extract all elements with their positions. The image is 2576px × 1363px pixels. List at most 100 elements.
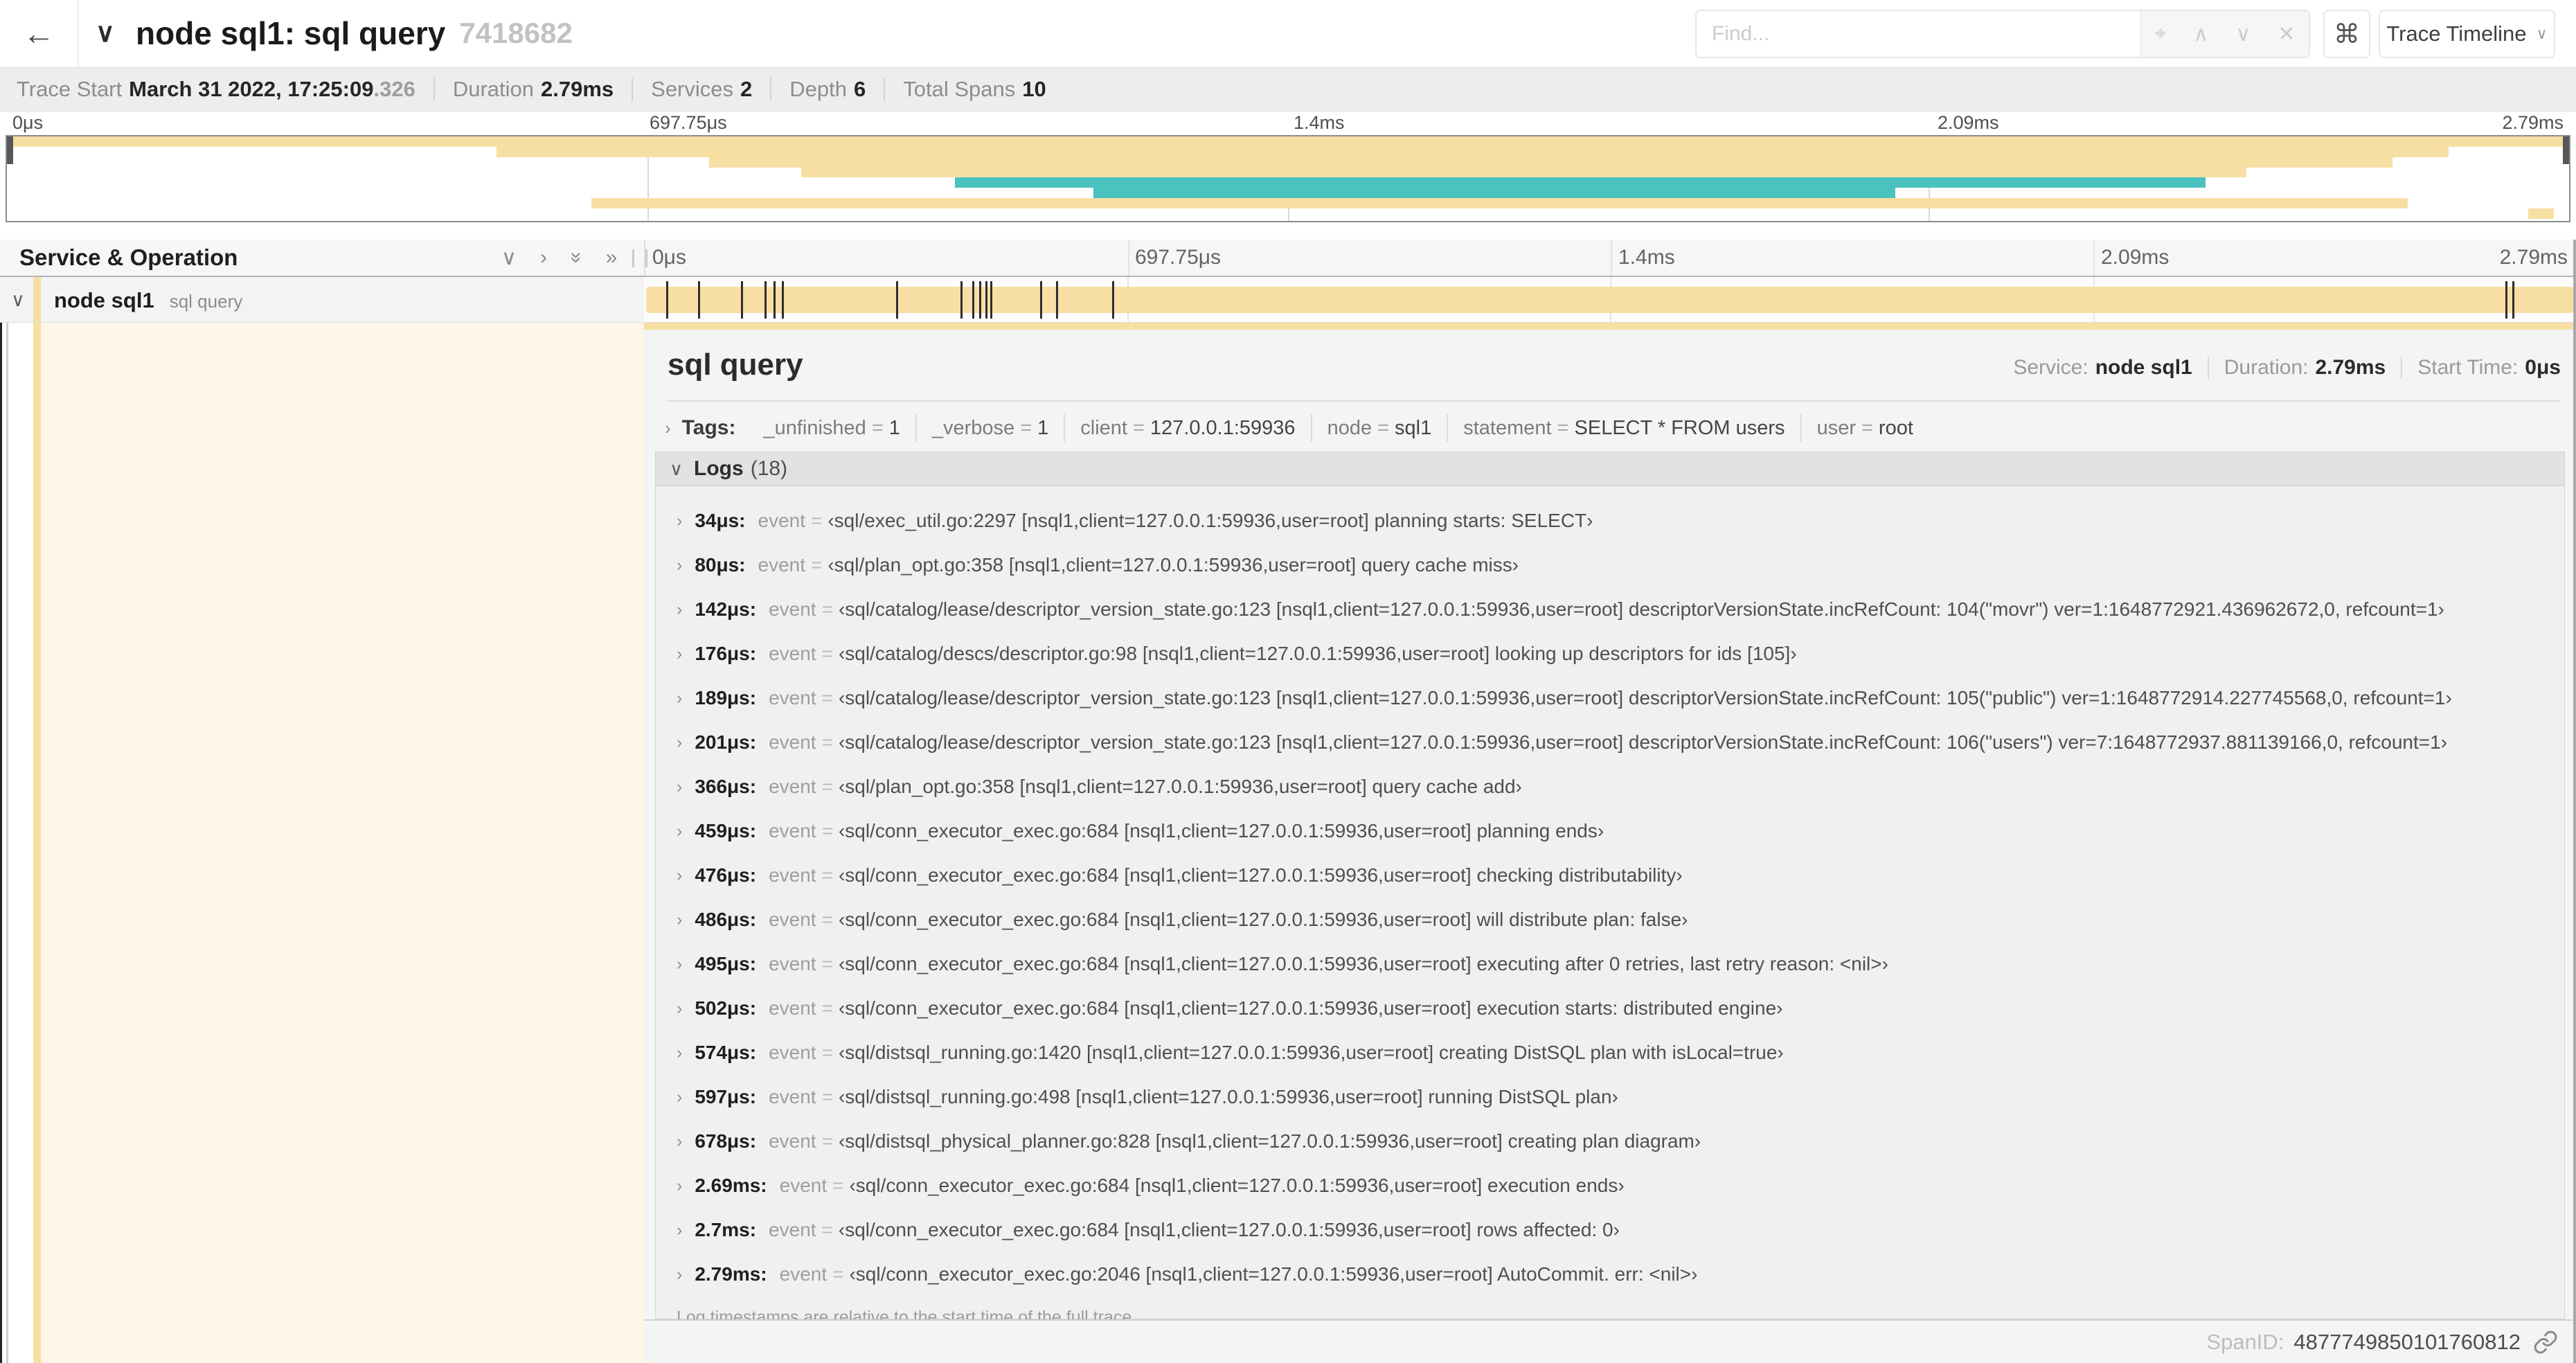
minimap-tick-label: 2.79ms (2502, 112, 2564, 133)
log-row[interactable]: › 189μs: event = ‹sql/catalog/lease/descript… (656, 676, 2564, 720)
tree-controls: ∨ › » » (501, 240, 617, 276)
span-row-timeline-cell[interactable] (644, 277, 2576, 323)
tag-equals: = (1132, 416, 1145, 439)
stat-value-suffix: .326 (373, 77, 415, 101)
log-row[interactable]: › 201μs: event = ‹sql/catalog/lease/descript… (656, 720, 2564, 765)
indent-guide-active (0, 323, 2, 1363)
log-timestamp: 2.79ms: (695, 1263, 767, 1285)
log-equals: = (821, 1086, 833, 1107)
log-row[interactable]: › 495μs: event = ‹sql/conn_executor_exec.go:… (656, 942, 2564, 986)
log-timestamp: 2.69ms: (695, 1175, 767, 1196)
log-field-value: ‹sql/conn_executor_exec.go:684 [nsql1,cl… (838, 953, 1888, 974)
prev-match-icon[interactable]: ∧ (2193, 22, 2208, 46)
tag-item[interactable]: _verbose = 1 (915, 414, 1064, 442)
log-marker (990, 281, 992, 319)
back-arrow-icon: ← (23, 15, 55, 51)
log-field-key: event (769, 1086, 816, 1107)
chevron-right-icon: › (677, 1175, 683, 1195)
span-row-name-cell[interactable]: ∨ node sql1 sql query (0, 277, 644, 323)
log-row[interactable]: › 2.79ms: event = ‹sql/conn_executor_exec.go… (656, 1252, 2564, 1297)
timeline-tick-label: 697.75μs (1135, 246, 1222, 269)
log-marker (985, 281, 987, 319)
log-equals: = (821, 598, 833, 620)
log-row[interactable]: › 574μs: event = ‹sql/distsql_running.go:142… (656, 1031, 2564, 1075)
log-field-value: ‹sql/conn_executor_exec.go:684 [nsql1,cl… (838, 820, 1604, 841)
log-equals: = (821, 643, 833, 664)
vertical-scrollbar[interactable] (2573, 240, 2576, 1363)
chevron-right-icon: › (677, 998, 683, 1018)
log-row[interactable]: › 142μs: event = ‹sql/catalog/lease/descript… (656, 587, 2564, 632)
log-field-key: event (758, 510, 806, 531)
chevron-right-icon: › (677, 776, 683, 796)
log-field-key: event (769, 953, 816, 974)
detail-divider (668, 400, 2561, 402)
tag-item[interactable]: user = root (1800, 414, 1929, 442)
minimap-canvas[interactable] (6, 135, 2570, 222)
log-row[interactable]: › 2.7ms: event = ‹sql/conn_executor_exec.go:… (656, 1208, 2564, 1252)
tag-item[interactable]: _unfinished = 1 (748, 414, 915, 442)
expand-all-icon[interactable]: » (606, 246, 618, 269)
back-button[interactable]: ← (0, 0, 79, 66)
clear-find-icon[interactable]: ✕ (2278, 22, 2295, 46)
logs-section: ∨ Logs (18) › 34μs: event = ‹sql/exec_util.g… (655, 452, 2565, 1327)
log-row[interactable]: › 476μs: event = ‹sql/conn_executor_exec.go:… (656, 853, 2564, 898)
focus-match-icon[interactable]: ⌖ (2155, 22, 2167, 46)
log-row[interactable]: › 366μs: event = ‹sql/plan_opt.go:358 [nsql1… (656, 765, 2564, 809)
log-row[interactable]: › 459μs: event = ‹sql/conn_executor_exec.go:… (656, 809, 2564, 853)
trace-stat: Depth 6 (789, 77, 866, 102)
log-row[interactable]: › 678μs: event = ‹sql/distsql_physical_plann… (656, 1119, 2564, 1164)
view-selector-button[interactable]: Trace Timeline ∨ (2379, 10, 2555, 58)
log-field-value: ‹sql/conn_executor_exec.go:684 [nsql1,cl… (838, 864, 1683, 886)
minimap-right-drag-handle[interactable] (2563, 136, 2569, 164)
tag-item[interactable]: client = 127.0.0.1:59936 (1064, 414, 1310, 442)
log-timestamp: 574μs: (695, 1042, 757, 1063)
log-equals: = (821, 776, 833, 797)
page-title: node sql1: sql query 7418682 (136, 0, 573, 66)
logs-label: Logs (694, 457, 744, 480)
span-operation-name: sql query (169, 291, 243, 312)
tag-equals: = (1557, 416, 1569, 439)
log-equals: = (821, 997, 833, 1019)
log-field-key: event (769, 1042, 816, 1063)
minimap-span (2528, 208, 2554, 219)
collapse-one-icon[interactable]: ∨ (501, 246, 517, 270)
span-collapse-chevron-icon[interactable]: ∨ (11, 277, 25, 323)
chevron-right-icon: › (677, 643, 683, 663)
log-row[interactable]: › 597μs: event = ‹sql/distsql_running.go:498… (656, 1075, 2564, 1119)
tag-item[interactable]: statement = SELECT * FROM users (1447, 414, 1800, 442)
minimap-span (708, 157, 2392, 168)
find-input[interactable] (1697, 11, 2140, 57)
trace-stat: Duration 2.79ms (453, 77, 614, 102)
tag-key: _verbose (931, 416, 1015, 439)
tag-value: sql1 (1395, 416, 1432, 439)
minimap-left-drag-handle[interactable] (7, 136, 13, 164)
next-match-icon[interactable]: ∨ (2235, 22, 2251, 46)
log-row[interactable]: › 486μs: event = ‹sql/conn_executor_exec.go:… (656, 898, 2564, 942)
title-collapse-chevron-icon[interactable]: ∨ (96, 0, 115, 66)
log-row[interactable]: › 176μs: event = ‹sql/catalog/descs/descript… (656, 632, 2564, 676)
log-row[interactable]: › 2.69ms: event = ‹sql/conn_executor_exec.go… (656, 1164, 2564, 1208)
collapse-all-icon[interactable]: » (564, 252, 588, 264)
log-row[interactable]: › 34μs: event = ‹sql/exec_util.go:2297 [nsql… (656, 499, 2564, 543)
log-field-key: event (769, 909, 816, 930)
keyboard-shortcuts-button[interactable]: ⌘ (2323, 10, 2370, 58)
stat-separator (770, 78, 772, 101)
tag-value: 1 (888, 416, 900, 439)
tags-accordion[interactable]: › Tags: _unfinished = 1 _verbose = 1 client = 12… (665, 410, 2561, 446)
span-duration-bar[interactable] (646, 287, 2574, 313)
detail-left-background (41, 323, 644, 1363)
timeline-tick-label: 2.09ms (2101, 246, 2170, 269)
expand-one-icon[interactable]: › (540, 246, 547, 269)
log-field-value: ‹sql/conn_executor_exec.go:684 [nsql1,cl… (838, 1219, 1620, 1240)
tag-item[interactable]: node = sql1 (1310, 414, 1447, 442)
link-icon[interactable] (2533, 1330, 2558, 1355)
logs-accordion-header[interactable]: ∨ Logs (18) (656, 452, 2564, 486)
log-field-value: ‹sql/distsql_running.go:498 [nsql1,clien… (838, 1086, 1618, 1107)
log-row[interactable]: › 80μs: event = ‹sql/plan_opt.go:358 [nsql1,… (656, 543, 2564, 587)
log-field-key: event (769, 820, 816, 841)
log-row[interactable]: › 502μs: event = ‹sql/conn_executor_exec.go:… (656, 986, 2564, 1031)
info-separator (2207, 357, 2209, 379)
chevron-right-icon: › (677, 1264, 683, 1284)
stat-value: 2.79ms (541, 77, 614, 101)
tag-key: client (1080, 416, 1127, 439)
